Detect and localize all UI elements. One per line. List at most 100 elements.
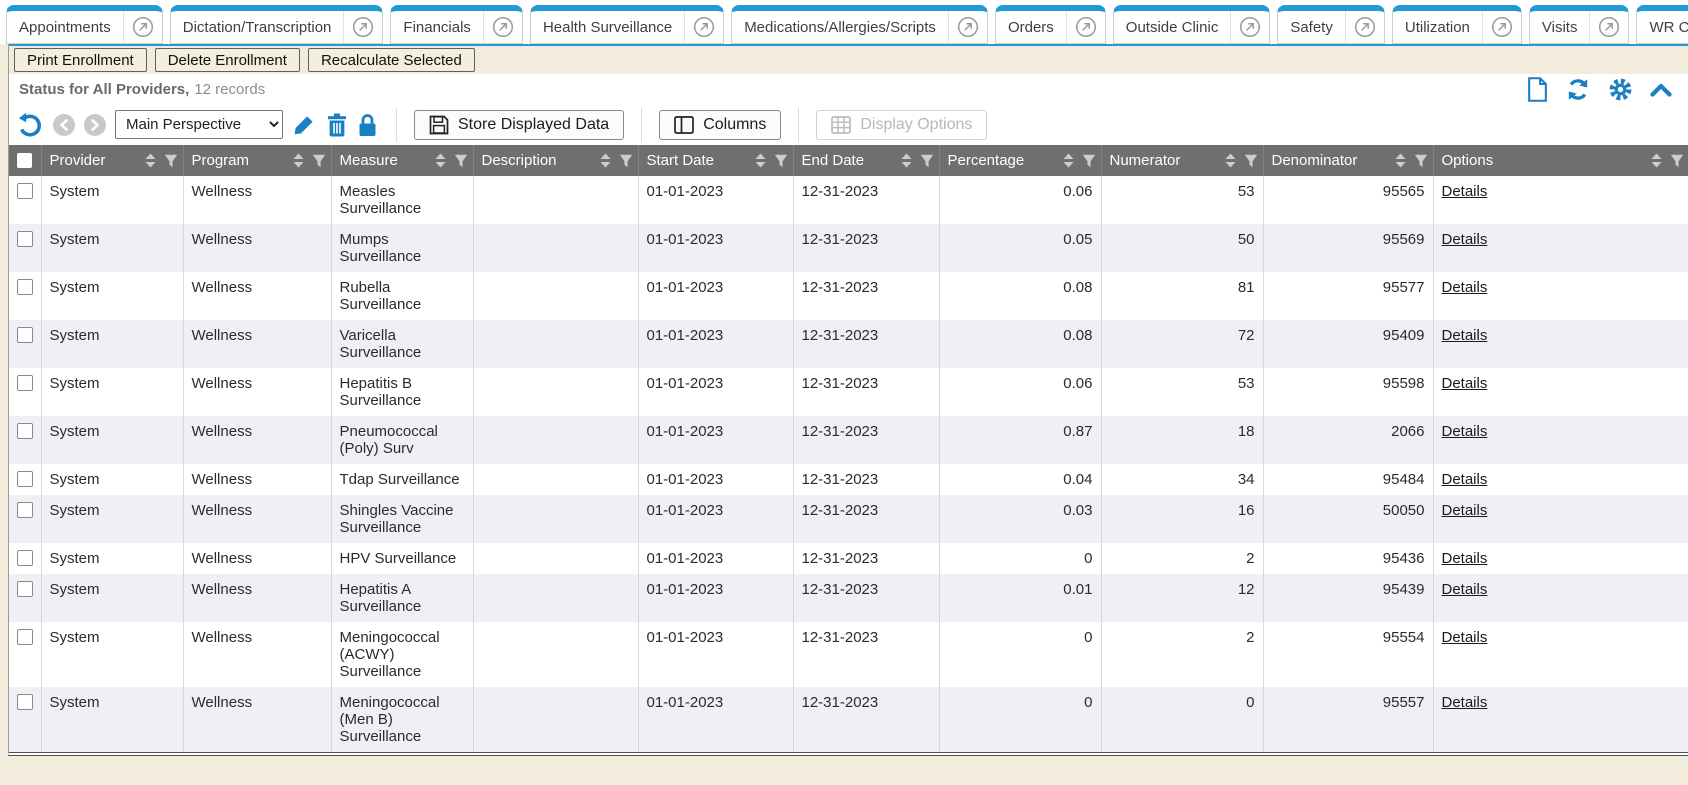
undo-icon[interactable] bbox=[17, 112, 44, 138]
filter-icon[interactable] bbox=[1082, 154, 1096, 168]
row-checkbox[interactable] bbox=[17, 502, 33, 518]
details-link[interactable]: Details bbox=[1442, 375, 1488, 392]
module-tab[interactable]: Outside Clinic bbox=[1113, 5, 1271, 44]
module-tab[interactable]: Dictation/Transcription bbox=[170, 5, 384, 44]
details-link[interactable]: Details bbox=[1442, 183, 1488, 200]
row-checkbox[interactable] bbox=[17, 629, 33, 645]
filter-icon[interactable] bbox=[920, 154, 934, 168]
module-tab[interactable]: Utilization bbox=[1392, 5, 1522, 44]
details-link[interactable]: Details bbox=[1442, 502, 1488, 519]
column-header-numerator[interactable]: Numerator bbox=[1101, 145, 1263, 176]
row-checkbox[interactable] bbox=[17, 279, 33, 295]
popout-icon[interactable] bbox=[684, 11, 723, 43]
details-link[interactable]: Details bbox=[1442, 279, 1488, 296]
details-link[interactable]: Details bbox=[1442, 423, 1488, 440]
module-tab[interactable]: WR Case Mgmt bbox=[1636, 5, 1688, 44]
toolbar-button[interactable]: Delete Enrollment bbox=[155, 48, 300, 72]
module-tab[interactable]: Health Surveillance bbox=[530, 5, 724, 44]
module-tab[interactable]: Financials bbox=[390, 5, 523, 44]
next-perspective-icon[interactable] bbox=[84, 114, 106, 136]
details-link[interactable]: Details bbox=[1442, 327, 1488, 344]
cell-description bbox=[473, 495, 638, 543]
column-header-denominator[interactable]: Denominator bbox=[1263, 145, 1433, 176]
select-all-header[interactable] bbox=[9, 145, 41, 176]
lock-icon[interactable] bbox=[356, 113, 379, 137]
sort-icon[interactable] bbox=[144, 153, 157, 168]
popout-icon[interactable] bbox=[1230, 11, 1269, 43]
previous-perspective-icon[interactable] bbox=[53, 114, 75, 136]
display-options-button[interactable]: Display Options bbox=[816, 110, 987, 140]
popout-icon[interactable] bbox=[343, 11, 382, 43]
module-tab[interactable]: Appointments bbox=[6, 5, 163, 44]
perspective-select[interactable]: Main Perspective bbox=[115, 110, 283, 139]
column-header-description[interactable]: Description bbox=[473, 145, 638, 176]
new-document-icon[interactable] bbox=[1527, 77, 1548, 102]
row-checkbox[interactable] bbox=[17, 375, 33, 391]
sort-icon[interactable] bbox=[1224, 153, 1237, 168]
popout-icon[interactable] bbox=[483, 11, 522, 43]
row-checkbox[interactable] bbox=[17, 183, 33, 199]
details-link[interactable]: Details bbox=[1442, 629, 1488, 646]
sort-icon[interactable] bbox=[900, 153, 913, 168]
column-header-program[interactable]: Program bbox=[183, 145, 331, 176]
module-tab[interactable]: Safety bbox=[1277, 5, 1385, 44]
select-all-checkbox[interactable] bbox=[17, 153, 32, 168]
popout-icon[interactable] bbox=[1345, 11, 1384, 43]
popout-icon[interactable] bbox=[948, 11, 987, 43]
toolbar-button[interactable]: Print Enrollment bbox=[14, 48, 147, 72]
cell-options: Details bbox=[1433, 416, 1688, 464]
filter-icon[interactable] bbox=[454, 154, 468, 168]
row-checkbox[interactable] bbox=[17, 423, 33, 439]
module-tab[interactable]: Visits bbox=[1529, 5, 1630, 44]
column-header-options[interactable]: Options bbox=[1433, 145, 1688, 176]
delete-trash-icon[interactable] bbox=[325, 113, 347, 137]
column-header-measure[interactable]: Measure bbox=[331, 145, 473, 176]
sort-icon[interactable] bbox=[434, 153, 447, 168]
toolbar-button[interactable]: Recalculate Selected bbox=[308, 48, 475, 72]
details-link[interactable]: Details bbox=[1442, 550, 1488, 567]
cell-end-date: 12-31-2023 bbox=[793, 622, 939, 687]
cell-description bbox=[473, 272, 638, 320]
filter-icon[interactable] bbox=[1414, 154, 1428, 168]
filter-icon[interactable] bbox=[164, 154, 178, 168]
sort-icon[interactable] bbox=[1062, 153, 1075, 168]
popout-icon[interactable] bbox=[123, 11, 162, 43]
sort-icon[interactable] bbox=[1650, 153, 1663, 168]
collapse-icon[interactable] bbox=[1650, 82, 1672, 97]
store-displayed-data-button[interactable]: Store Displayed Data bbox=[414, 110, 624, 140]
sort-icon[interactable] bbox=[292, 153, 305, 168]
popout-icon[interactable] bbox=[1482, 11, 1521, 43]
row-checkbox[interactable] bbox=[17, 327, 33, 343]
columns-button[interactable]: Columns bbox=[659, 110, 781, 140]
gear-icon[interactable] bbox=[1608, 77, 1633, 102]
refresh-icon[interactable] bbox=[1565, 77, 1591, 102]
row-checkbox[interactable] bbox=[17, 231, 33, 247]
row-checkbox[interactable] bbox=[17, 694, 33, 710]
popout-icon[interactable] bbox=[1589, 11, 1628, 43]
filter-icon[interactable] bbox=[1670, 154, 1684, 168]
row-checkbox[interactable] bbox=[17, 471, 33, 487]
details-link[interactable]: Details bbox=[1442, 694, 1488, 711]
column-header-provider[interactable]: Provider bbox=[41, 145, 183, 176]
sort-icon[interactable] bbox=[754, 153, 767, 168]
filter-icon[interactable] bbox=[1244, 154, 1258, 168]
sort-icon[interactable] bbox=[599, 153, 612, 168]
popout-icon[interactable] bbox=[1066, 11, 1105, 43]
row-checkbox[interactable] bbox=[17, 550, 33, 566]
filter-icon[interactable] bbox=[312, 154, 326, 168]
row-checkbox[interactable] bbox=[17, 581, 33, 597]
edit-pencil-icon[interactable] bbox=[292, 113, 316, 137]
details-link[interactable]: Details bbox=[1442, 471, 1488, 488]
sort-icon[interactable] bbox=[1394, 153, 1407, 168]
column-header-percentage[interactable]: Percentage bbox=[939, 145, 1101, 176]
cell-percentage: 0.01 bbox=[939, 574, 1101, 622]
column-header-end-date[interactable]: End Date bbox=[793, 145, 939, 176]
column-header-start-date[interactable]: Start Date bbox=[638, 145, 793, 176]
module-tab[interactable]: Orders bbox=[995, 5, 1106, 44]
filter-icon[interactable] bbox=[774, 154, 788, 168]
module-tab[interactable]: Medications/Allergies/Scripts bbox=[731, 5, 988, 44]
details-link[interactable]: Details bbox=[1442, 231, 1488, 248]
filter-icon[interactable] bbox=[619, 154, 633, 168]
details-link[interactable]: Details bbox=[1442, 581, 1488, 598]
cell-end-date: 12-31-2023 bbox=[793, 320, 939, 368]
